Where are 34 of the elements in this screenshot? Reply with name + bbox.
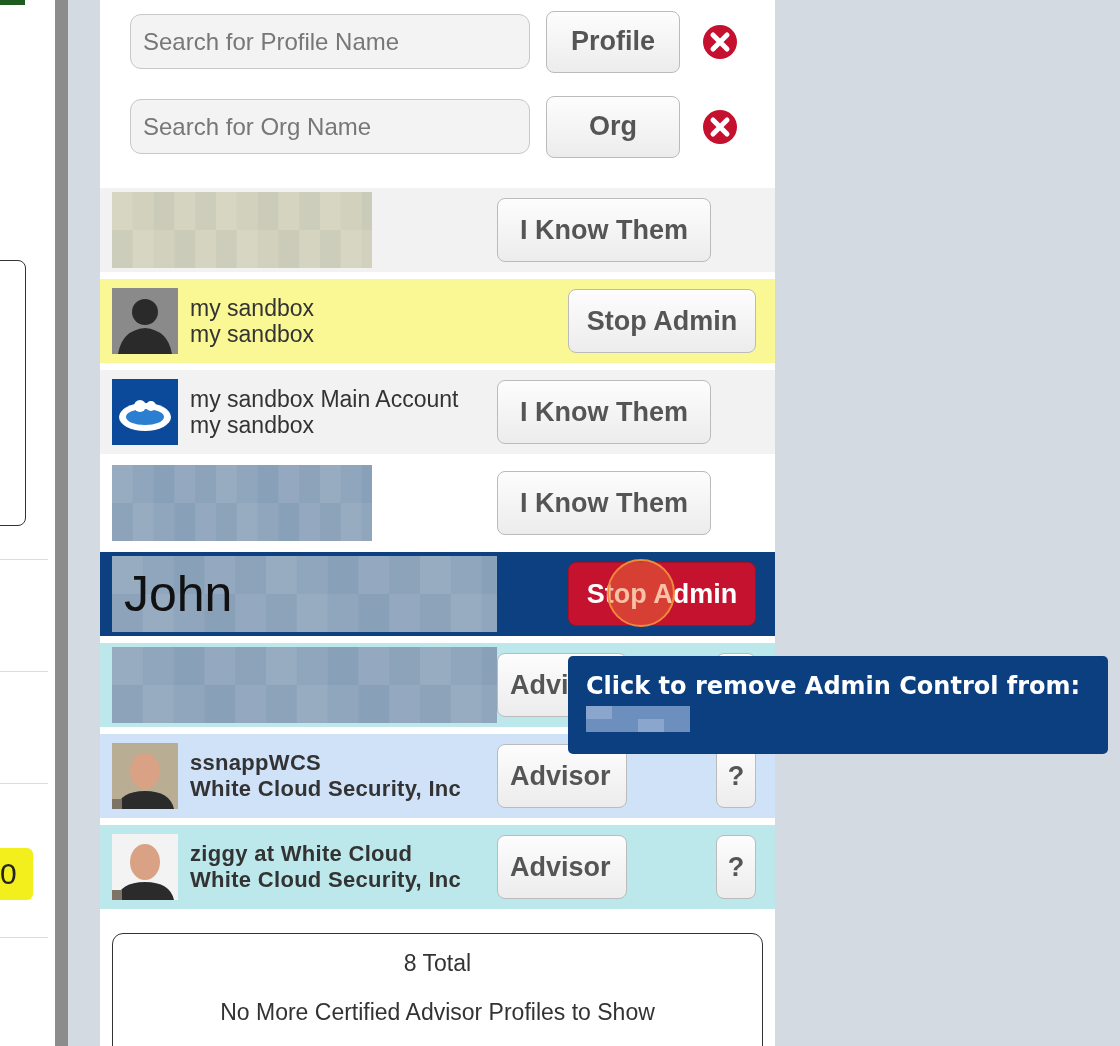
end-message: No More Certified Advisor Profiles to Show — [220, 999, 655, 1026]
profile-row[interactable]: ssnappWCS White Cloud Security, Inc Advisor ? — [100, 734, 775, 818]
clear-icon[interactable] — [702, 23, 738, 60]
count-badge: 0 — [0, 848, 33, 900]
profile-row[interactable]: I Know Them — [100, 188, 775, 272]
action-button[interactable]: I Know Them — [497, 471, 711, 535]
avatar-icon — [112, 288, 178, 354]
profile-text: my sandbox — [190, 295, 314, 321]
action-button[interactable]: Stop Admin — [568, 289, 756, 353]
profile-text: White Cloud Security, Inc — [190, 776, 462, 802]
search-field[interactable]: Search for Profile Name — [130, 14, 530, 69]
header-strip — [0, 0, 25, 5]
action-button[interactable]: I Know Them — [497, 380, 711, 444]
profile-row[interactable]: my sandbox my sandbox Stop Admin — [100, 279, 775, 363]
search-field[interactable]: Search for Org Name — [130, 99, 530, 154]
profile-row[interactable]: ziggy at White Cloud White Cloud Security, Inc Advisor ? — [100, 825, 775, 909]
profile-row[interactable]: my sandbox Main Account my sandbox I Know Them — [100, 370, 775, 454]
action-button[interactable]: Stop Admin — [568, 562, 756, 626]
profile-text: my sandbox — [190, 412, 315, 438]
profile-text: ziggy at White Cloud — [190, 841, 414, 867]
clear-icon[interactable] — [702, 108, 738, 145]
profile-text: White Cloud Security, Inc — [190, 867, 462, 893]
search-button[interactable]: Org — [546, 95, 680, 158]
profile-text: my sandbox — [190, 321, 314, 347]
action-button[interactable]: Advisor — [497, 835, 627, 899]
profile-text: my sandbox Main Account — [190, 386, 459, 412]
profile-name: John — [124, 565, 233, 624]
cloud-logo-icon — [112, 379, 178, 445]
total-count: 8 Total — [403, 950, 472, 977]
action-button[interactable]: ? — [716, 835, 756, 899]
search-button[interactable]: Profile — [546, 10, 680, 73]
profile-row[interactable]: John Stop Admin — [100, 552, 775, 636]
action-button[interactable]: Advisor — [497, 744, 627, 808]
action-button[interactable]: I Know Them — [497, 198, 711, 262]
